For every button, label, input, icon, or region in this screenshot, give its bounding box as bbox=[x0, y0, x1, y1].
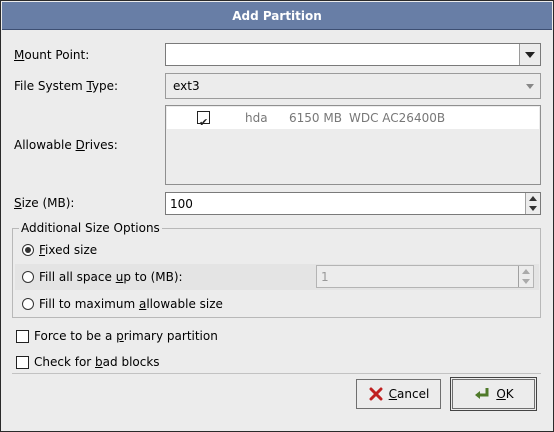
drives-list[interactable]: ✔ hda 6150 MB WDC AC26400B bbox=[165, 105, 541, 185]
fs-type-select[interactable]: ext3 bbox=[165, 73, 541, 99]
drive-row[interactable]: ✔ hda 6150 MB WDC AC26400B bbox=[167, 107, 539, 129]
fixed-size-radio[interactable] bbox=[22, 244, 34, 256]
fill-upto-spinbutton[interactable]: 1 bbox=[316, 265, 534, 288]
drive-checkbox[interactable]: ✔ bbox=[197, 111, 210, 129]
fill-upto-value: 1 bbox=[321, 270, 329, 284]
arrow-up-icon[interactable] bbox=[529, 196, 537, 201]
size-label: Size (MB): bbox=[14, 196, 75, 210]
size-value[interactable]: 100 bbox=[170, 197, 193, 211]
fill-max-radio[interactable] bbox=[22, 298, 34, 310]
fill-upto-stepper[interactable] bbox=[518, 266, 533, 287]
bad-blocks-label[interactable]: Check for bad blocks bbox=[34, 355, 160, 369]
arrow-down-icon[interactable] bbox=[529, 206, 537, 211]
fill-upto-label[interactable]: Fill all space up to (MB): bbox=[39, 270, 183, 284]
cancel-label: Cancel bbox=[388, 387, 430, 401]
enter-arrow-icon bbox=[475, 388, 489, 399]
drive-size: 6150 MB bbox=[289, 111, 342, 125]
size-options-title: Additional Size Options bbox=[19, 221, 162, 235]
arrow-down-icon[interactable] bbox=[522, 279, 530, 284]
size-stepper[interactable] bbox=[525, 193, 540, 214]
bad-blocks-checkbox[interactable] bbox=[16, 356, 29, 369]
primary-partition-label[interactable]: Force to be a primary partition bbox=[34, 329, 218, 343]
checkmark-icon: ✔ bbox=[199, 116, 209, 129]
chevron-down-icon bbox=[525, 51, 535, 58]
fixed-size-label[interactable]: Fixed size bbox=[39, 243, 97, 257]
ok-button[interactable]: OK bbox=[450, 377, 537, 411]
size-spinbutton[interactable]: 100 bbox=[165, 192, 541, 215]
cancel-x-icon bbox=[369, 387, 383, 401]
mount-point-label: Mount Point: bbox=[14, 48, 90, 62]
ok-label: OK bbox=[496, 387, 514, 401]
cancel-button[interactable]: Cancel bbox=[356, 379, 441, 409]
fill-upto-radio[interactable] bbox=[22, 271, 34, 283]
mount-point-combo[interactable] bbox=[165, 43, 541, 66]
drive-model: WDC AC26400B bbox=[349, 111, 446, 125]
allowable-drives-label: Allowable Drives: bbox=[14, 138, 118, 152]
dialog-title: Add Partition bbox=[2, 2, 552, 30]
separator bbox=[12, 373, 541, 374]
drive-name: hda bbox=[245, 111, 268, 125]
radio-dot-icon bbox=[25, 247, 31, 253]
mount-point-dropdown-button[interactable] bbox=[519, 44, 540, 65]
fs-type-label: File System Type: bbox=[14, 79, 119, 93]
fs-type-value: ext3 bbox=[173, 79, 200, 93]
fill-max-label[interactable]: Fill to maximum allowable size bbox=[39, 297, 223, 311]
chevron-down-icon bbox=[526, 84, 534, 89]
primary-partition-checkbox[interactable] bbox=[16, 330, 29, 343]
add-partition-dialog: Add Partition Mount Point: File System T… bbox=[0, 0, 554, 432]
arrow-up-icon[interactable] bbox=[522, 269, 530, 274]
